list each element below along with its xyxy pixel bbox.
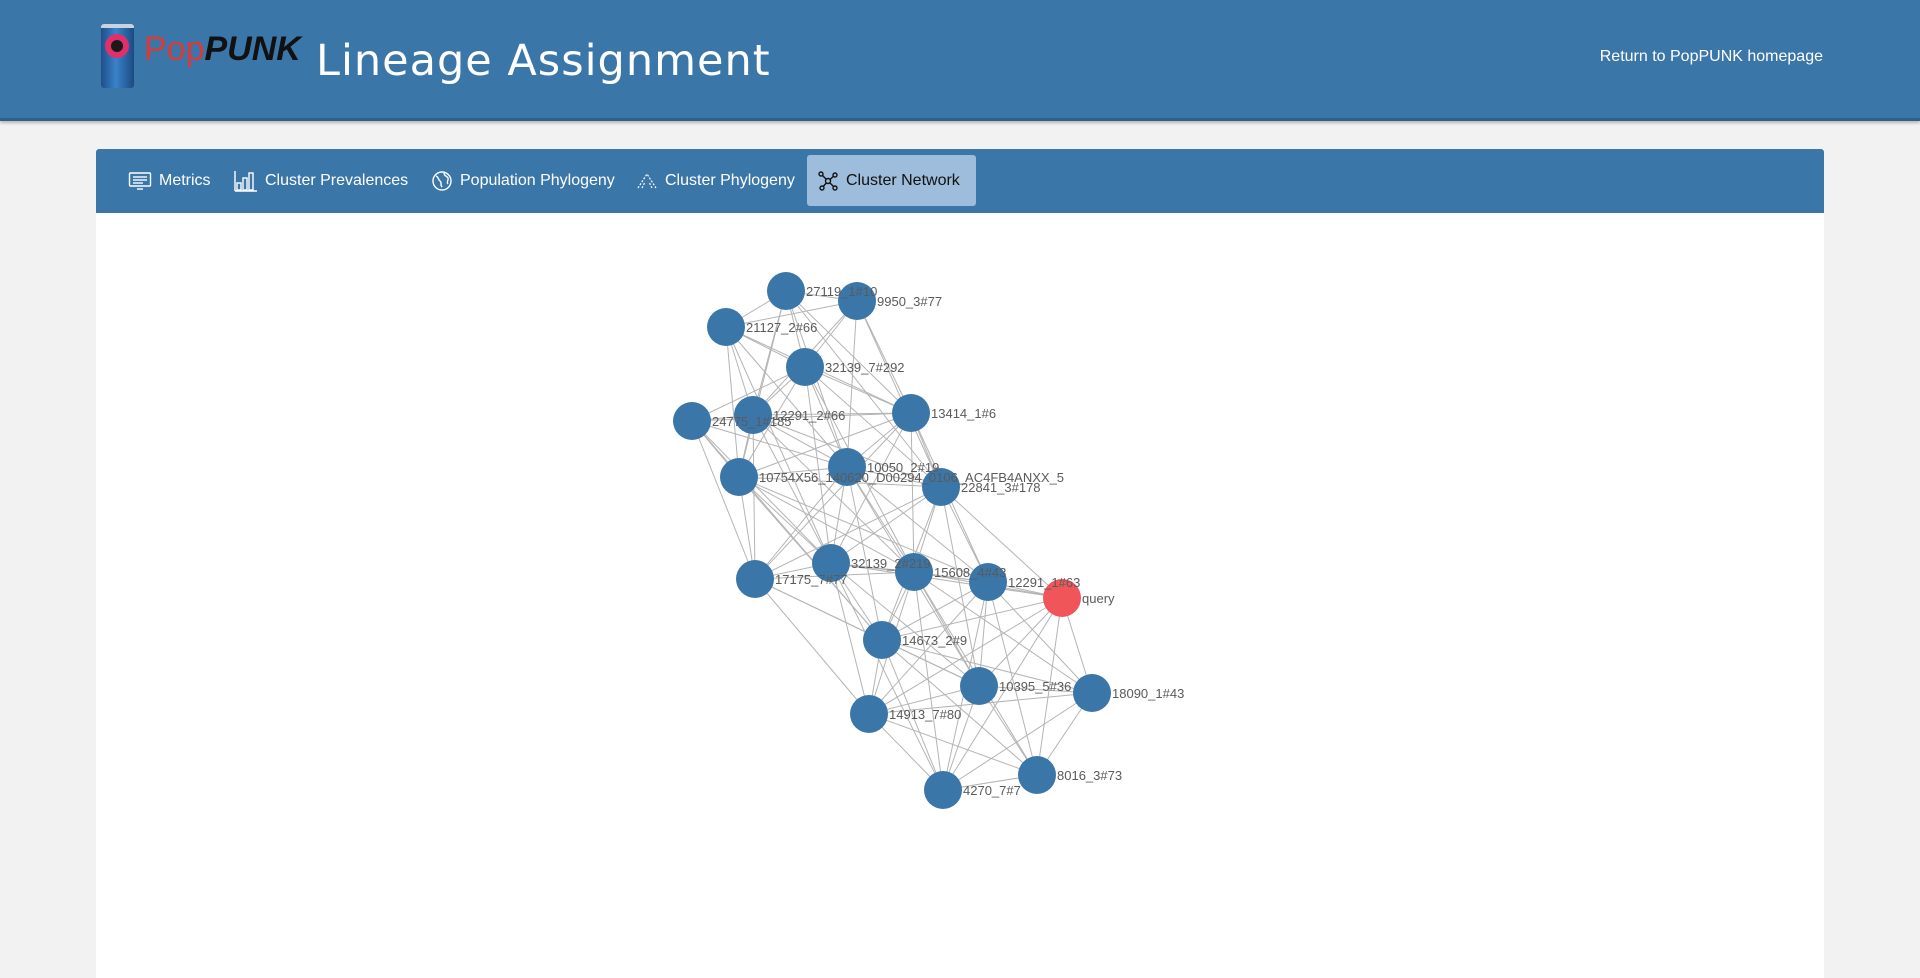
network-node-label: 10050_2#19 xyxy=(867,460,939,475)
poppunk-logo-text: PopPUNK xyxy=(144,30,301,68)
network-edge xyxy=(752,414,832,564)
page-title: Lineage Assignment xyxy=(316,36,771,86)
network-edge xyxy=(868,713,1038,776)
network-node-label: 9950_3#77 xyxy=(877,294,942,309)
bar-chart-icon xyxy=(234,170,257,192)
network-node-label: 32139_2#219 xyxy=(851,556,931,571)
network-node[interactable] xyxy=(707,308,745,346)
app-header: PopPUNK Lineage Assignment Return to Pop… xyxy=(0,0,1920,121)
network-node[interactable] xyxy=(1073,674,1111,712)
network-edge xyxy=(691,420,756,580)
network-node[interactable] xyxy=(673,402,711,440)
network-edge xyxy=(738,290,787,478)
network-node-label: 12291_1#63 xyxy=(1008,575,1080,590)
network-node-label: 22841_3#178 xyxy=(961,480,1041,495)
tab-cluster-phylogeny-label: Cluster Phylogeny xyxy=(665,171,795,189)
network-edge xyxy=(830,562,944,791)
network-node[interactable] xyxy=(720,458,758,496)
tab-population-phylogeny[interactable]: Population Phylogeny xyxy=(421,155,625,206)
network-node-label: query xyxy=(1082,591,1115,606)
tab-cluster-prevalences-label: Cluster Prevalences xyxy=(265,171,409,189)
network-edge xyxy=(910,412,915,573)
network-graph[interactable]: 27119_1#109950_3#77 21127_2#66 32139_7#292… xyxy=(96,213,1824,978)
tab-cluster-prevalences[interactable]: Cluster Prevalences xyxy=(224,155,418,206)
network-node[interactable] xyxy=(736,560,774,598)
network-node-label: 12291_2#66 xyxy=(773,408,845,423)
network-node[interactable] xyxy=(1018,756,1056,794)
network-node-label: 4270_7#7 xyxy=(963,783,1021,798)
network-node[interactable] xyxy=(892,394,930,432)
return-home-link[interactable]: Return to PopPUNK homepage xyxy=(1600,48,1823,66)
tab-metrics-label: Metrics xyxy=(159,171,211,189)
network-node[interactable] xyxy=(863,621,901,659)
network-node-label: 14913_7#80 xyxy=(889,707,961,722)
network-node-label: 15608_4#43 xyxy=(934,565,1006,580)
network-icon xyxy=(818,170,838,191)
network-node-label: 27119_1#10 xyxy=(806,284,877,299)
network-node-label: 8016_3#73 xyxy=(1057,768,1122,783)
network-edge xyxy=(691,420,832,564)
cluster-network-plot[interactable]: 27119_1#10 9950_3#77 21127_2#66 32139_7#292… xyxy=(96,213,1824,978)
network-node[interactable] xyxy=(960,667,998,705)
network-node-label: 18090_1#43 xyxy=(1112,686,1184,701)
tab-cluster-network[interactable]: Cluster Network xyxy=(807,155,976,206)
network-node-label: 21127_2#66 xyxy=(746,320,817,335)
tree-icon xyxy=(637,172,657,188)
network-node-label: 14673_2#9 xyxy=(902,633,967,648)
poppunk-can-logo xyxy=(101,24,134,88)
tab-cluster-network-label: Cluster Network xyxy=(846,171,960,189)
network-node-label: 32139_7#292 xyxy=(825,360,905,375)
globe-icon xyxy=(432,170,452,191)
tab-metrics[interactable]: Metrics xyxy=(118,155,221,206)
monitor-icon xyxy=(128,171,152,190)
network-node-label: 10395_5#36 xyxy=(999,679,1071,694)
network-node[interactable] xyxy=(767,272,805,310)
results-card: Metrics Cluster Prevalences Population P… xyxy=(96,149,1824,978)
network-node[interactable] xyxy=(924,771,962,809)
tab-bar: Metrics Cluster Prevalences Population P… xyxy=(96,149,1824,213)
network-node[interactable] xyxy=(850,695,888,733)
tab-population-phylogeny-label: Population Phylogeny xyxy=(460,171,615,189)
network-node[interactable] xyxy=(786,348,824,386)
network-node-label: 17175_7#77 xyxy=(775,572,847,587)
network-node-label: 13414_1#6 xyxy=(931,406,996,421)
tab-cluster-phylogeny[interactable]: Cluster Phylogeny xyxy=(626,155,805,206)
